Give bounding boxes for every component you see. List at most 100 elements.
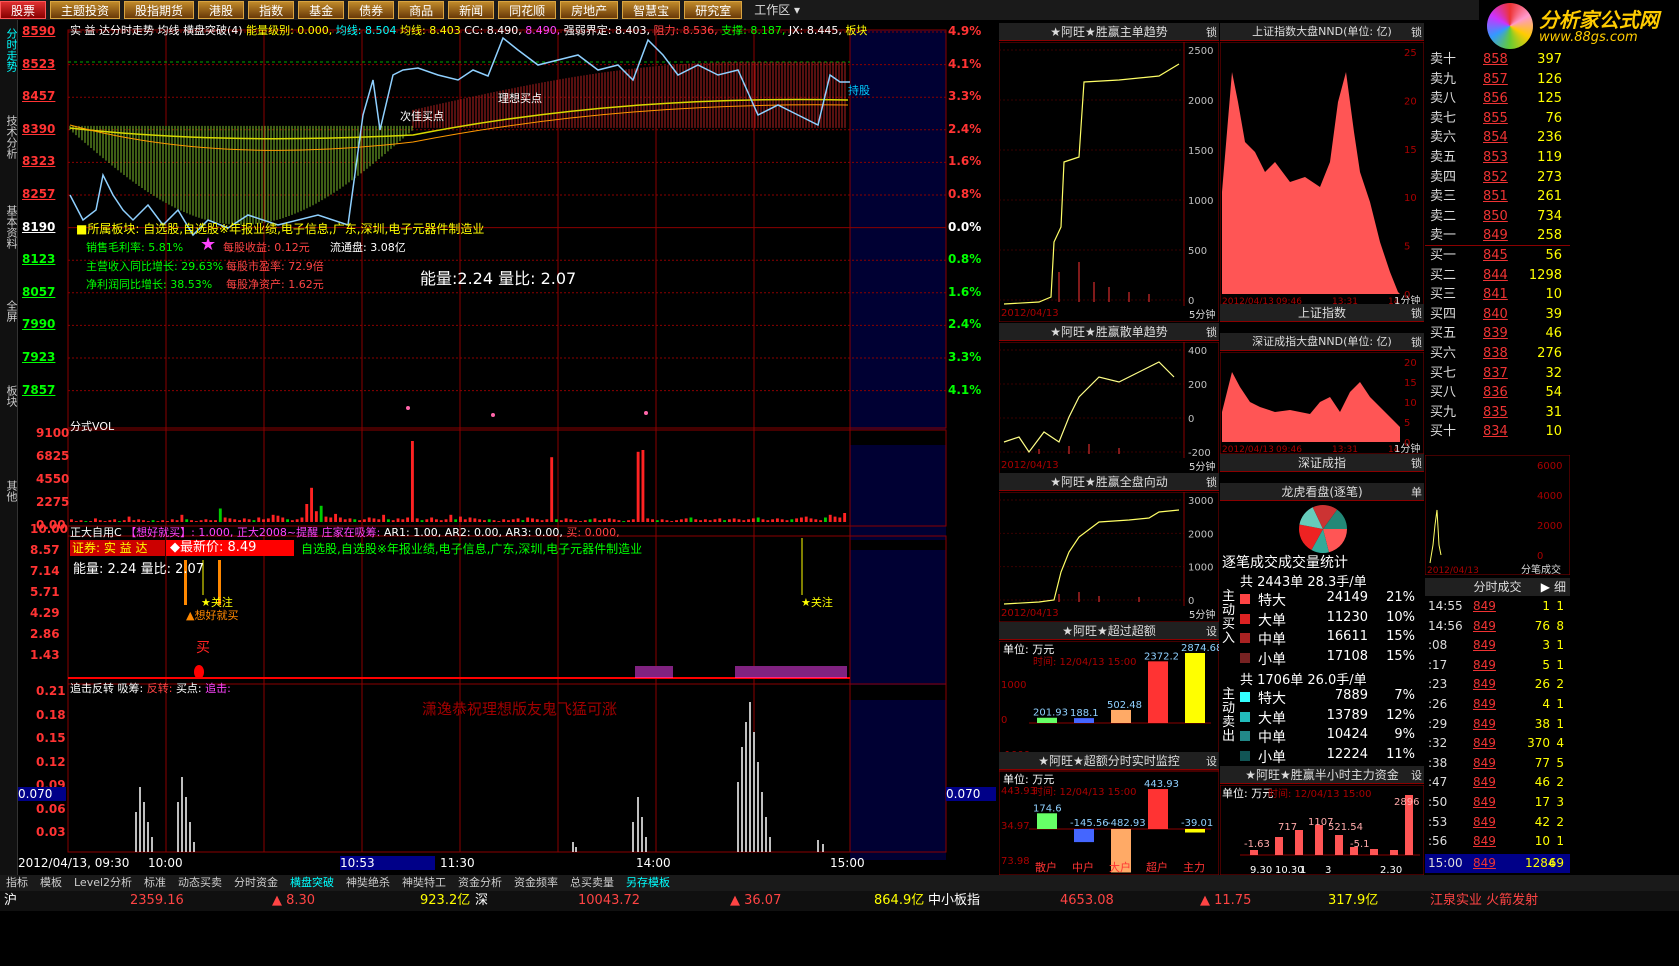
bid-row[interactable]: 买六 838 276 [1425, 344, 1570, 364]
ask-row[interactable]: 卖七 855 76 [1425, 109, 1570, 129]
nav-futures[interactable]: 股指期货 [124, 1, 195, 19]
nav-zhihuibao[interactable]: 智慧宝 [622, 1, 681, 19]
retail-order-trend-title[interactable]: ★阿旺★胜赢散单趋势锁 [999, 323, 1219, 341]
bottom-tab[interactable]: 指标 [0, 875, 34, 891]
bottom-tab[interactable]: 总买卖量 [564, 875, 620, 891]
bottom-tab[interactable]: 另存模板 [620, 875, 676, 891]
percent-tick-label: 0.0% [948, 219, 982, 234]
nav-news[interactable]: 新闻 [448, 1, 495, 19]
level-price: 840 [1483, 306, 1508, 322]
bid-row[interactable]: 买五 839 46 [1425, 324, 1570, 344]
lock-button[interactable]: 单 [1411, 484, 1422, 502]
news-ticker[interactable]: 江泉实业 火箭发射 [1430, 891, 1538, 911]
volume-bar [79, 520, 83, 522]
tick-list[interactable]: 14:55 849 1 1 14:56 849 76 8:08 849 3 1:17 849 5 1:23… [1425, 597, 1570, 877]
bid-row[interactable]: 买一 845 56 [1425, 246, 1570, 266]
bottom-tab[interactable]: 神奘绝杀 [340, 875, 396, 891]
ask-row[interactable]: 卖四 852 273 [1425, 168, 1570, 188]
ask-row[interactable]: 卖十 858 397 [1425, 50, 1570, 70]
nav-research[interactable]: 研究室 [684, 1, 743, 19]
dragon-tiger-title[interactable]: 龙虎看盘(逐笔) 单 [1220, 483, 1424, 501]
settings-button[interactable]: 设 [1411, 767, 1422, 785]
volume-bar [737, 519, 741, 522]
status-bar: 沪 2359.16 ▲ 8.30 923.2亿 深 10043.72 ▲ 36.… [0, 891, 1679, 911]
sz-nnd-title[interactable]: 深证成指大盘NND(单位: 亿) 锁 [1220, 333, 1424, 351]
lock-button[interactable]: 锁 [1206, 474, 1217, 492]
bid-row[interactable]: 买八 836 54 [1425, 383, 1570, 403]
level-volume: 273 [1537, 169, 1562, 185]
nav-realestate[interactable]: 房地产 [560, 1, 619, 19]
bottom-tab[interactable]: 动态买卖 [172, 875, 228, 891]
tab-sector[interactable]: 板块 [1, 385, 18, 407]
ask-row[interactable]: 卖八 856 125 [1425, 89, 1570, 109]
play-icon[interactable]: ▶ [1541, 578, 1550, 596]
ticks-title[interactable]: 分时成交 ▶ 细 [1425, 578, 1570, 596]
nav-bond[interactable]: 债券 [348, 1, 395, 19]
main-order-trend-title[interactable]: ★阿旺★胜赢主单趋势锁 [999, 23, 1219, 41]
bottom-tab[interactable]: 分时资金 [228, 875, 284, 891]
bottom-tab[interactable]: 模板 [34, 875, 68, 891]
bottom-tab[interactable]: 资金分析 [452, 875, 508, 891]
level-label: 买三 [1430, 287, 1457, 303]
tab-fullscreen[interactable]: 全屏 [1, 300, 18, 322]
tab-intraday[interactable]: 分时走势 [1, 28, 18, 72]
bottom-tab[interactable]: 资金频率 [508, 875, 564, 891]
sh-nnd-title[interactable]: 上证指数大盘NND(单位: 亿) 锁 [1220, 23, 1424, 41]
bid-row[interactable]: 买九 835 31 [1425, 403, 1570, 423]
settings-button[interactable]: 设 [1206, 623, 1217, 641]
settings-button[interactable]: 设 [1206, 753, 1217, 771]
tick-count: 1 [1556, 638, 1564, 653]
bid-row[interactable]: 买二 844 1298 [1425, 266, 1570, 286]
bottom-tab[interactable]: 标准 [138, 875, 172, 891]
tab-fundamental[interactable]: 基本资料 [1, 205, 18, 249]
tab-other[interactable]: 其他 [1, 480, 18, 502]
bid-row[interactable]: 买三 841 10 [1425, 285, 1570, 305]
ask-row[interactable]: 卖一 849 258 [1425, 226, 1570, 247]
nav-ths[interactable]: 同花顺 [498, 1, 557, 19]
bottom-tab[interactable]: 横盘突破 [284, 875, 340, 891]
volume-bar [641, 450, 645, 522]
nav-stocks[interactable]: 股票 [0, 1, 47, 19]
detail-button[interactable]: 细 [1554, 578, 1566, 596]
realtime-monitor-title[interactable]: ★阿旺★超额分时实时监控设 [999, 752, 1219, 770]
lock-button[interactable]: 锁 [1411, 455, 1422, 473]
ask-row[interactable]: 卖五 853 119 [1425, 148, 1570, 168]
half-hour-title[interactable]: ★阿旺★胜赢半小时主力资金设 [1220, 766, 1424, 784]
y-tick-label: 0 [1188, 596, 1194, 607]
ask-row[interactable]: 卖三 851 261 [1425, 187, 1570, 207]
workspace-menu[interactable]: 工作区 ▾ [746, 0, 808, 20]
bid-row[interactable]: 买十 834 10 [1425, 422, 1570, 442]
lock-button[interactable]: 锁 [1206, 24, 1217, 42]
price-tick-label: 7923 [22, 350, 56, 364]
ask-row[interactable]: 卖六 854 236 [1425, 128, 1570, 148]
volume-bar [295, 519, 299, 522]
lock-button[interactable]: 锁 [1411, 305, 1422, 323]
volume-bar [799, 517, 803, 522]
bottom-tab[interactable]: Level2分析 [68, 875, 138, 891]
nav-index[interactable]: 指数 [248, 1, 295, 19]
volume-bar [559, 520, 563, 522]
nav-hk[interactable]: 港股 [198, 1, 245, 19]
tick-volume: 76 [1534, 618, 1550, 633]
bottom-tab[interactable]: 神奘特工 [396, 875, 452, 891]
volume-bar [377, 519, 381, 522]
volume-bar [497, 521, 501, 522]
lock-button[interactable]: 锁 [1411, 334, 1422, 352]
lock-button[interactable]: 锁 [1206, 324, 1217, 342]
overall-flow-title[interactable]: ★阿旺★胜赢全盘向动锁 [999, 473, 1219, 491]
tab-technical[interactable]: 技术分析 [1, 115, 18, 159]
main-chart-svg[interactable] [18, 20, 998, 875]
super-excess-title[interactable]: ★阿旺★超过超额设 [999, 622, 1219, 640]
volume-bar [454, 519, 458, 522]
ask-row[interactable]: 卖二 850 734 [1425, 207, 1570, 227]
nav-commodity[interactable]: 商品 [398, 1, 445, 19]
sz-index-link[interactable]: 深证成指锁 [1220, 454, 1424, 472]
nav-fund[interactable]: 基金 [298, 1, 345, 19]
lock-button[interactable]: 锁 [1411, 24, 1422, 42]
volume-bar [459, 516, 462, 522]
bid-row[interactable]: 买四 840 39 [1425, 305, 1570, 325]
nav-theme[interactable]: 主题投资 [50, 1, 121, 19]
bid-row[interactable]: 买七 837 32 [1425, 364, 1570, 384]
ask-row[interactable]: 卖九 857 126 [1425, 70, 1570, 90]
sh-index-link[interactable]: 上证指数锁 [1220, 304, 1424, 322]
